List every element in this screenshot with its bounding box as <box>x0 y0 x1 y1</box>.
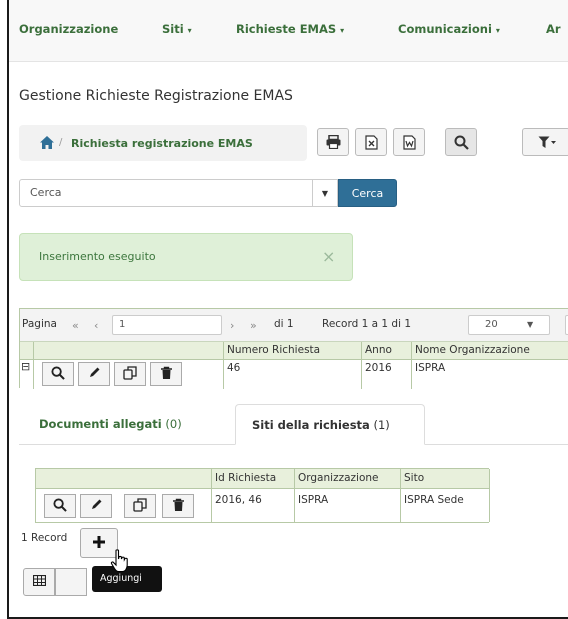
success-alert: Inserimento eseguito × <box>19 233 353 281</box>
collapse-icon: ⊟ <box>21 360 31 373</box>
page-size-select[interactable]: 20 ▼ <box>468 315 550 335</box>
search-dropdown-button[interactable]: ▼ <box>312 179 338 207</box>
grid-header-expand <box>20 342 34 360</box>
chevron-down-icon: ▾ <box>340 26 345 35</box>
nav-item-siti[interactable]: Siti ▾ <box>162 22 192 36</box>
search-icon <box>454 135 469 150</box>
subgrid-cell-id: 2016, 46 <box>212 489 295 522</box>
trash-icon <box>160 366 173 383</box>
tab-label: Documenti allegati <box>39 417 162 431</box>
subgrid-cell-org: ISPRA <box>295 489 401 522</box>
trash-icon <box>172 498 185 515</box>
requests-grid: Pagina « ‹ 1 › » di 1 Record 1 a 1 di 1 … <box>19 308 568 389</box>
grid-view-button[interactable] <box>23 568 55 596</box>
cell-anno: 2016 <box>362 360 412 389</box>
breadcrumb-separator: / <box>59 137 63 148</box>
view-button[interactable] <box>42 362 74 386</box>
grid-header-anno[interactable]: Anno <box>362 342 412 360</box>
breadcrumb: / Richiesta registrazione EMAS <box>19 125 307 161</box>
table-icon <box>32 574 46 589</box>
hand-cursor-icon <box>110 549 130 576</box>
row-actions <box>34 360 224 389</box>
search-button[interactable]: Cerca <box>338 179 397 207</box>
print-button[interactable] <box>317 128 349 156</box>
tab-count: (0) <box>165 417 182 431</box>
nav-item-comunicazioni[interactable]: Comunicazioni ▾ <box>398 22 500 36</box>
nav-item-ar[interactable]: Ar <box>546 22 561 36</box>
tab-documenti-allegati[interactable]: Documenti allegati (0) <box>23 404 233 445</box>
tab-count: (1) <box>373 418 390 432</box>
pencil-icon <box>90 498 103 514</box>
subgrid-row-actions <box>36 489 212 522</box>
plus-icon <box>92 535 106 552</box>
prev-page-button[interactable]: ‹ <box>94 319 98 332</box>
cell-nome: ISPRA <box>412 360 568 389</box>
nav-item-organizzazione[interactable]: Organizzazione <box>19 22 118 36</box>
export-excel-button[interactable] <box>355 128 387 156</box>
pager-total-pages: di 1 <box>274 318 294 330</box>
word-icon <box>402 134 416 150</box>
search-icon <box>53 497 67 515</box>
tab-label: Siti della richiesta <box>252 418 370 432</box>
top-navbar: Organizzazione Siti ▾ Richieste EMAS ▾ Com… <box>9 0 568 62</box>
chevron-down-icon: ▼ <box>527 320 534 329</box>
pager-page-label: Pagina <box>22 318 57 330</box>
pencil-icon <box>88 366 101 382</box>
copy-icon <box>123 365 137 383</box>
pager-record-info: Record 1 a 1 di 1 <box>322 318 412 330</box>
chevron-down-icon: ▾ <box>187 26 192 35</box>
grid-pager: Pagina « ‹ 1 › » di 1 Record 1 a 1 di 1 … <box>20 309 568 342</box>
grid-header-nome[interactable]: Nome Organizzazione <box>412 342 568 360</box>
last-page-button[interactable]: » <box>250 319 257 332</box>
cell-numero: 46 <box>224 360 362 389</box>
search-input[interactable]: Cerca <box>19 179 321 207</box>
row-expand-toggle[interactable]: ⊟ <box>20 360 34 389</box>
caret-down-icon: ▼ <box>321 188 329 198</box>
search-icon <box>51 365 65 383</box>
next-page-button[interactable]: › <box>230 319 234 332</box>
subgrid-cell-sito: ISPRA Sede <box>401 489 490 522</box>
home-icon[interactable] <box>39 135 55 151</box>
grid-header-numero[interactable]: Numero Richiesta <box>224 342 362 360</box>
excel-icon <box>364 134 378 150</box>
copy-icon <box>133 497 147 515</box>
subgrid-header-org[interactable]: Organizzazione <box>295 469 401 489</box>
edit-button[interactable] <box>80 494 112 518</box>
print-icon <box>326 135 341 149</box>
delete-button[interactable] <box>150 362 182 386</box>
edit-button[interactable] <box>78 362 110 386</box>
copy-button[interactable] <box>124 494 156 518</box>
delete-button[interactable] <box>162 494 194 518</box>
filter-button[interactable] <box>522 128 568 156</box>
subgrid-header-sito[interactable]: Sito <box>401 469 490 489</box>
copy-button[interactable] <box>114 362 146 386</box>
record-count: 1 Record <box>21 532 68 544</box>
secondary-view-button[interactable] <box>55 568 87 596</box>
grid-header-actions <box>34 342 224 360</box>
export-word-button[interactable] <box>393 128 425 156</box>
breadcrumb-current: Richiesta registrazione EMAS <box>71 137 253 150</box>
page-size-value: 20 <box>485 319 498 330</box>
subgrid-header-id[interactable]: Id Richiesta <box>212 469 295 489</box>
first-page-button[interactable]: « <box>72 319 79 332</box>
page-title: Gestione Richieste Registrazione EMAS <box>19 88 293 104</box>
alert-message: Inserimento eseguito <box>39 250 156 263</box>
nav-item-richieste-emas[interactable]: Richieste EMAS ▾ <box>236 22 344 36</box>
view-button[interactable] <box>44 494 76 518</box>
app-frame: Organizzazione Siti ▾ Richieste EMAS ▾ Com… <box>7 0 568 619</box>
chevron-down-icon: ▾ <box>495 26 500 35</box>
page-number-input[interactable]: 1 <box>112 315 222 335</box>
tab-siti-della-richiesta[interactable]: Siti della richiesta (1) <box>235 404 425 445</box>
close-icon[interactable]: × <box>322 247 335 266</box>
filter-icon <box>538 136 556 149</box>
subgrid-header-actions <box>36 469 212 489</box>
sites-grid: Id Richiesta Organizzazione Sito 2016, 4… <box>35 468 490 523</box>
toggle-search-button[interactable] <box>445 128 477 156</box>
